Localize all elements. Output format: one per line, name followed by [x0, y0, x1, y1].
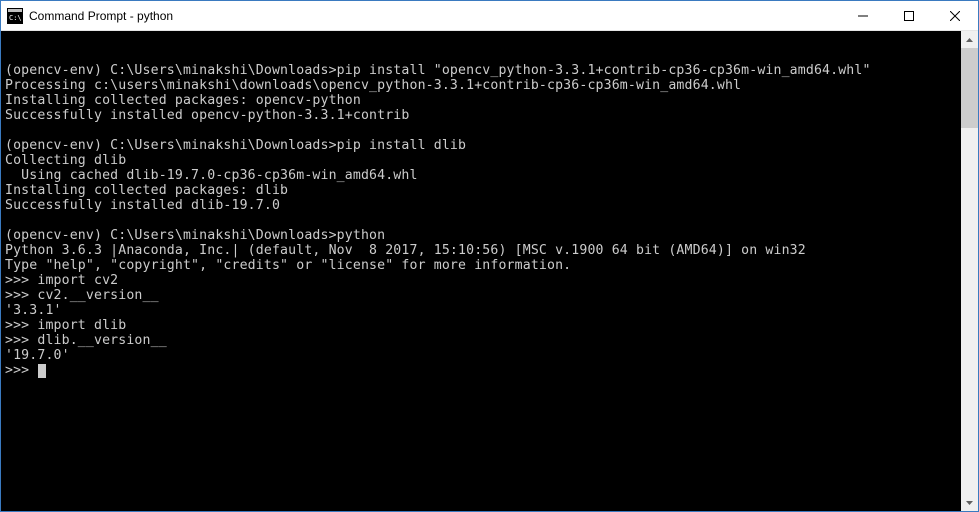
vertical-scrollbar[interactable]: [961, 31, 978, 511]
scrollbar-track[interactable]: [961, 48, 978, 494]
terminal-line: Using cached dlib-19.7.0-cp36-cp36m-win_…: [5, 168, 957, 183]
scroll-up-button[interactable]: [961, 31, 978, 48]
scroll-down-button[interactable]: [961, 494, 978, 511]
terminal-line: (opencv-env) C:\Users\minakshi\Downloads…: [5, 138, 957, 153]
terminal-line: >>> import dlib: [5, 318, 957, 333]
scrollbar-thumb[interactable]: [961, 48, 978, 128]
terminal-line: (opencv-env) C:\Users\minakshi\Downloads…: [5, 228, 957, 243]
terminal-line: (opencv-env) C:\Users\minakshi\Downloads…: [5, 63, 957, 78]
close-button[interactable]: [932, 1, 978, 30]
cursor: [38, 364, 46, 378]
window-title: Command Prompt - python: [29, 9, 840, 23]
terminal-line: Type "help", "copyright", "credits" or "…: [5, 258, 957, 273]
terminal-line: Collecting dlib: [5, 153, 957, 168]
terminal-line: >>> dlib.__version__: [5, 333, 957, 348]
terminal-prompt: >>>: [5, 363, 37, 378]
minimize-button[interactable]: [840, 1, 886, 30]
command-prompt-window: C:\ Command Prompt - python (opencv-env)…: [0, 0, 979, 512]
titlebar[interactable]: C:\ Command Prompt - python: [1, 1, 978, 31]
window-controls: [840, 1, 978, 30]
terminal-line: Successfully installed opencv-python-3.3…: [5, 108, 957, 123]
terminal-line: >>> cv2.__version__: [5, 288, 957, 303]
terminal-line: '3.3.1': [5, 303, 957, 318]
terminal-line: Python 3.6.3 |Anaconda, Inc.| (default, …: [5, 243, 957, 258]
terminal-line: >>> import cv2: [5, 273, 957, 288]
terminal-output[interactable]: (opencv-env) C:\Users\minakshi\Downloads…: [1, 31, 961, 511]
svg-text:C:\: C:\: [9, 14, 22, 22]
terminal-line: Successfully installed dlib-19.7.0: [5, 198, 957, 213]
terminal-line: Installing collected packages: opencv-py…: [5, 93, 957, 108]
terminal-line: '19.7.0': [5, 348, 957, 363]
terminal-area: (opencv-env) C:\Users\minakshi\Downloads…: [1, 31, 978, 511]
maximize-button[interactable]: [886, 1, 932, 30]
cmd-icon: C:\: [7, 8, 23, 24]
terminal-line: Processing c:\users\minakshi\downloads\o…: [5, 78, 957, 93]
terminal-line: Installing collected packages: dlib: [5, 183, 957, 198]
